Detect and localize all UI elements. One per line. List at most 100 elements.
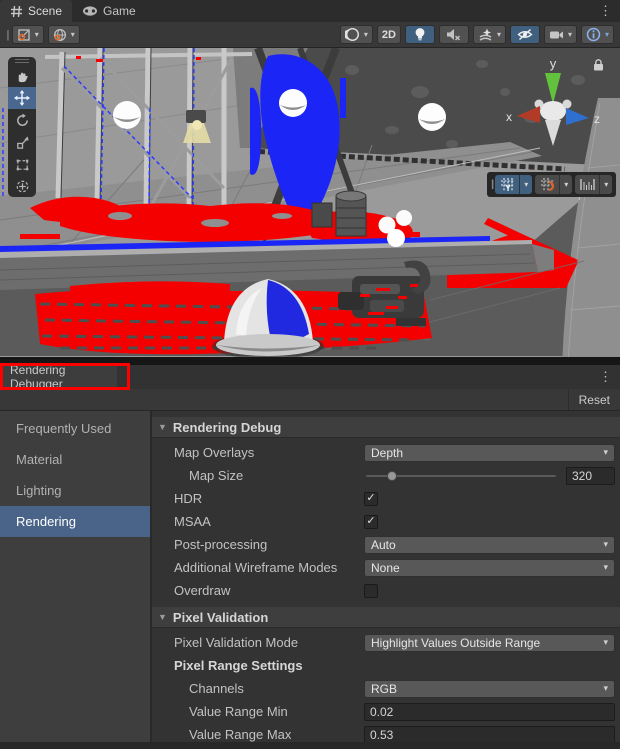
grid-axis-dropdown[interactable]: ▾ (519, 175, 532, 194)
dropdown-arrow-icon: ▾ (603, 562, 608, 573)
snapbar-drag-handle[interactable]: || (491, 179, 492, 190)
row-map-size: Map Size (152, 464, 620, 487)
snap-axis-label: Y (505, 184, 511, 192)
debugger-title: Rendering Debugger (10, 363, 117, 391)
check-icon: ✓ (366, 516, 375, 527)
sidebar-item-lighting[interactable]: Lighting (0, 475, 150, 506)
scene-viewport[interactable]: y x z < Persp || Y ▾ (0, 48, 620, 365)
rotate-icon (15, 113, 30, 128)
effects-menu-button[interactable]: ▾ (473, 25, 506, 44)
increment-snap-dropdown[interactable]: ▾ (599, 175, 612, 194)
tool-palette (8, 57, 36, 197)
grid-axis-button[interactable]: Y (495, 175, 519, 194)
speaker-muted-icon (446, 28, 461, 41)
tool-handle-rotation-button[interactable]: ▾ (48, 25, 80, 44)
transform-icon (15, 179, 30, 194)
palette-drag-handle[interactable] (8, 57, 36, 65)
scale-icon (15, 135, 30, 150)
section-rendering-debug[interactable]: ▼ Rendering Debug (152, 417, 620, 438)
debugger-tabbar: Rendering Debugger ⋮ (0, 365, 620, 389)
value-range-max-field[interactable] (364, 726, 615, 744)
grid-snap-dropdown[interactable]: ▾ (559, 175, 572, 194)
row-msaa: MSAA ✓ (152, 510, 620, 533)
row-map-overlays: Map Overlays Depth ▾ (152, 441, 620, 464)
gizmo-y-cone[interactable] (545, 73, 561, 104)
gizmo-z-cone[interactable] (566, 108, 589, 125)
ruler-icon (580, 178, 595, 191)
scene-visibility-toggle[interactable] (510, 25, 540, 44)
section-pixel-validation[interactable]: ▼ Pixel Validation (152, 607, 620, 628)
orientation-gizmo[interactable]: y x z (495, 56, 611, 152)
scene-lighting-toggle[interactable] (405, 25, 435, 44)
debugger-toolbar: Reset (0, 389, 620, 411)
pivot-icon (17, 28, 31, 42)
overdraw-checkbox[interactable] (364, 584, 378, 598)
msaa-checkbox[interactable]: ✓ (364, 515, 378, 529)
reset-button[interactable]: Reset (568, 389, 620, 410)
grid-snap-button[interactable] (535, 175, 559, 194)
draw-mode-button[interactable]: ▾ (340, 25, 373, 44)
transform-tool-button[interactable] (8, 175, 36, 197)
increment-snap-button[interactable] (575, 175, 599, 194)
rotate-tool-button[interactable] (8, 109, 36, 131)
map-size-slider[interactable] (364, 467, 558, 485)
map-size-field[interactable] (566, 467, 615, 485)
tool-handle-position-button[interactable]: ▾ (12, 25, 44, 44)
dropdown-arrow-icon: ▾ (603, 637, 608, 648)
dropdown-arrow-icon: ▾ (35, 30, 39, 39)
overlay-info-button[interactable]: ▾ (581, 25, 614, 44)
debugger-menu-icon[interactable]: ⋮ (591, 365, 620, 389)
camera-settings-button[interactable]: ▾ (544, 25, 577, 44)
channels-dropdown[interactable]: RGB ▾ (364, 680, 615, 698)
tab-game[interactable]: Game (72, 0, 146, 22)
move-icon (14, 90, 30, 106)
hdr-checkbox[interactable]: ✓ (364, 492, 378, 506)
map-overlays-dropdown[interactable]: Depth ▾ (364, 444, 615, 462)
unity-editor: Scene Game ⋮ || ▾ (0, 0, 620, 749)
slider-thumb[interactable] (387, 471, 397, 481)
gizmo-y-label: y (550, 56, 557, 71)
scene-menu-icon[interactable]: ⋮ (591, 0, 620, 22)
wireframe-modes-dropdown[interactable]: None ▾ (364, 559, 615, 577)
foldout-icon: ▼ (158, 612, 167, 622)
lightbulb-icon (414, 27, 426, 42)
sidebar-item-material[interactable]: Material (0, 444, 150, 475)
dropdown-arrow-icon: ▾ (497, 30, 501, 39)
debugger-tab[interactable]: Rendering Debugger (2, 365, 117, 389)
row-overdraw: Overdraw (152, 579, 620, 602)
debugger-body: Frequently Used Material Lighting Render… (0, 411, 620, 749)
post-processing-dropdown[interactable]: Auto ▾ (364, 536, 615, 554)
row-wireframe-modes: Additional Wireframe Modes None ▾ (152, 556, 620, 579)
game-controller-icon (82, 5, 98, 17)
dropdown-arrow-icon: ▾ (568, 30, 572, 39)
tab-scene[interactable]: Scene (0, 0, 72, 22)
sidebar-item-rendering[interactable]: Rendering (0, 506, 150, 537)
debugger-sidebar: Frequently Used Material Lighting Render… (0, 411, 152, 749)
hand-tool-button[interactable] (8, 65, 36, 87)
dropdown-arrow-icon: ▾ (364, 30, 368, 39)
grid-snap-icon (540, 177, 555, 192)
gizmo-lock-icon[interactable] (594, 60, 603, 71)
dropdown-arrow-icon: ▾ (603, 683, 608, 694)
2d-toggle-button[interactable]: 2D (377, 25, 401, 44)
dropdown-arrow-icon: ▾ (603, 447, 608, 458)
rect-tool-button[interactable] (8, 153, 36, 175)
sidebar-item-frequently-used[interactable]: Frequently Used (0, 413, 150, 444)
gizmo-x-label: x (506, 110, 512, 124)
gizmo-z-label: z (594, 112, 600, 126)
globe-icon (53, 28, 67, 42)
dropdown-arrow-icon: ▾ (605, 30, 609, 39)
pixel-validation-mode-dropdown[interactable]: Highlight Values Outside Range ▾ (364, 634, 615, 652)
audio-mute-toggle[interactable] (439, 25, 469, 44)
move-tool-button[interactable] (8, 87, 36, 109)
gizmo-x-cone[interactable] (517, 106, 540, 123)
toolbar-drag-handle[interactable]: || (6, 29, 8, 41)
foldout-icon: ▼ (158, 422, 167, 432)
info-icon (586, 27, 601, 42)
dropdown-arrow-icon: ▾ (71, 30, 75, 39)
scale-tool-button[interactable] (8, 131, 36, 153)
gizmo-down-cone[interactable] (545, 120, 561, 146)
value-range-min-field[interactable] (364, 703, 615, 721)
rect-icon (15, 157, 30, 172)
row-channels: Channels RGB ▾ (152, 677, 620, 700)
